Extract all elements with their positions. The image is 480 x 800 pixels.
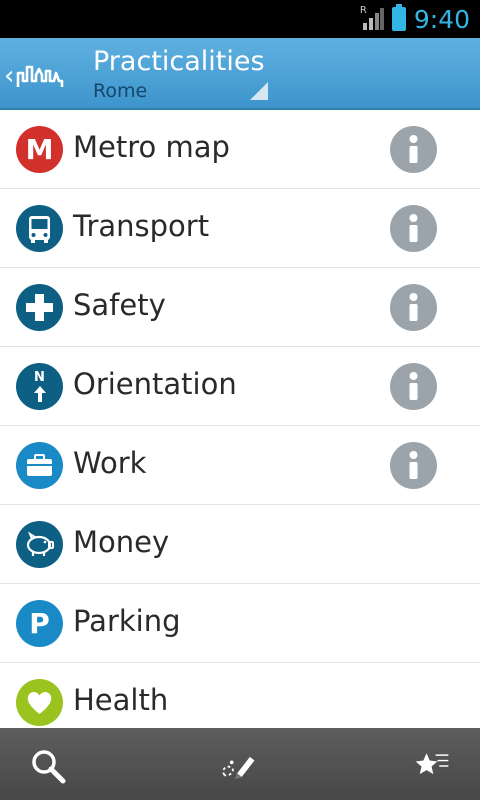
city-selector[interactable]: Rome [93,80,147,102]
compass-north-letter: N [34,369,45,385]
info-button[interactable] [390,126,437,173]
list-item-safety[interactable]: Safety [0,268,480,347]
piggy-bank-icon [16,521,63,568]
info-icon [409,372,418,400]
info-button[interactable] [390,284,437,331]
heart-icon [16,679,63,726]
search-icon [32,750,66,784]
home-back-button[interactable]: ‹ [4,56,74,96]
status-indicators: R 9:40 [360,0,470,38]
practicalities-list: M Metro map Transport Safety N Orientati… [0,110,480,728]
info-button[interactable] [390,363,437,410]
list-item-orientation[interactable]: N Orientation [0,347,480,426]
info-button[interactable] [390,442,437,489]
clock: 9:40 [413,4,470,34]
list-item-label: Metro map [73,130,230,164]
metro-icon: M [16,126,63,173]
status-bar: R 9:40 [0,0,480,38]
signal-icon: R [359,5,384,31]
info-icon [409,214,418,242]
list-item-label: Work [73,446,147,480]
back-chevron-icon: ‹ [4,61,15,91]
bottom-toolbar [0,728,480,800]
battery-icon [391,4,406,31]
route-pencil-icon [222,756,255,779]
metro-icon-letter: M [25,133,54,166]
list-item-work[interactable]: Work [0,426,480,505]
info-button[interactable] [390,205,437,252]
parking-icon: P [16,600,63,647]
route-button[interactable] [219,746,259,786]
list-item-parking[interactable]: P Parking [0,584,480,663]
network-type-label: R [359,5,367,16]
app-header: ‹ Practicalities Rome [0,38,480,110]
list-item-label: Safety [73,288,166,322]
list-item-money[interactable]: Money [0,505,480,584]
favorites-button[interactable] [412,746,452,786]
info-icon [409,293,418,321]
list-item-label: Money [73,525,170,559]
city-skyline-logo-icon [17,65,64,87]
favorite-stars-icon [415,753,449,775]
briefcase-icon [16,442,63,489]
bus-icon [16,205,63,252]
search-button[interactable] [28,746,68,786]
list-item-health[interactable]: Health [0,663,480,728]
parking-icon-letter: P [29,607,50,640]
list-item-transport[interactable]: Transport [0,189,480,268]
list-item-metro-map[interactable]: M Metro map [0,110,480,189]
info-icon [409,135,418,163]
compass-north-icon: N [16,363,63,410]
dropdown-triangle-icon[interactable] [250,82,268,100]
list-item-label: Transport [73,209,210,243]
list-item-label: Health [73,683,169,717]
page-title: Practicalities [93,46,265,77]
cross-icon [16,284,63,331]
info-icon [409,451,418,479]
list-item-label: Parking [73,604,181,638]
list-item-label: Orientation [73,367,237,401]
